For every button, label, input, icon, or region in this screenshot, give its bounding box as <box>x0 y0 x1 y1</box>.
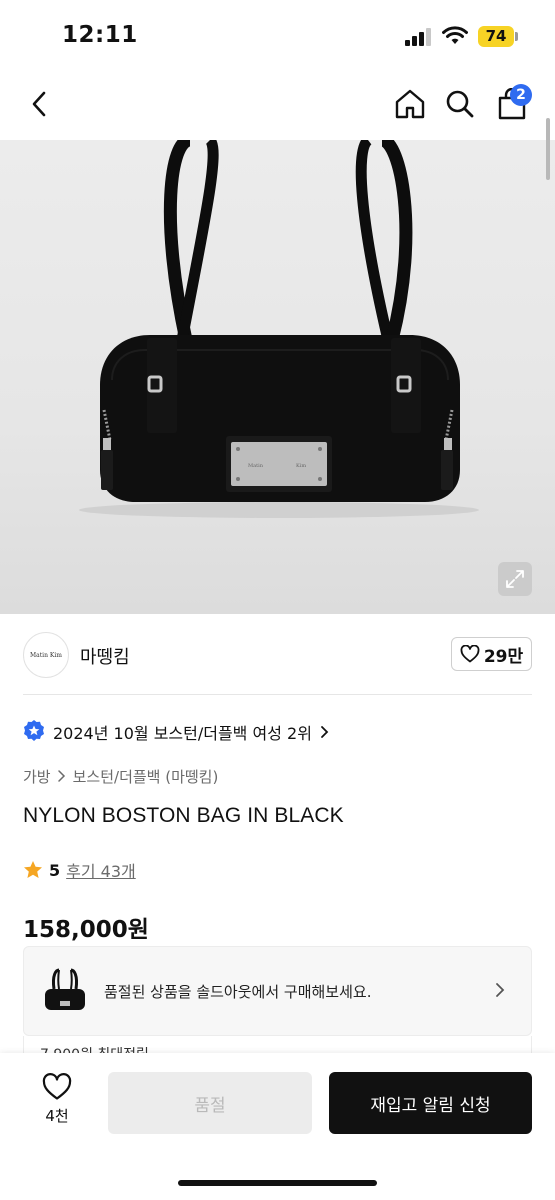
search-icon <box>446 90 474 118</box>
ranking-row[interactable]: 2024년 10월 보스턴/더플백 여성 2위 <box>23 718 330 746</box>
wishlist-count: 4천 <box>45 1107 69 1125</box>
review-count-link[interactable]: 후기 43개 <box>66 858 136 882</box>
brand-row: Matin Kim 마뗑킴 29만 <box>0 630 555 680</box>
heart-icon <box>42 1073 72 1100</box>
wishlist-button[interactable]: 4천 <box>28 1073 86 1133</box>
bag-illustration: Matin Kim <box>79 140 479 518</box>
chevron-right-icon <box>57 770 65 782</box>
ranking-text: 2024년 10월 보스턴/더플백 여성 2위 <box>53 724 312 743</box>
star-icon <box>24 861 42 878</box>
home-indicator <box>178 1180 377 1186</box>
breadcrumb-subcategory[interactable]: 보스턴/더플백 (마뗑킴) <box>73 766 219 787</box>
status-time: 12:11 <box>62 22 138 48</box>
brand-like-count: 29만 <box>483 646 524 667</box>
cart-count-badge: 2 <box>510 84 532 106</box>
soldout-banner[interactable]: 품절된 상품을 솔드아웃에서 구매해보세요. <box>23 946 532 1036</box>
soldout-banner-text: 품절된 상품을 솔드아웃에서 구매해보세요. <box>104 983 372 1001</box>
home-button[interactable] <box>390 84 430 124</box>
rating-value: 5 <box>49 860 61 880</box>
brand-logo[interactable]: Matin Kim <box>23 632 69 678</box>
back-button[interactable] <box>20 84 60 124</box>
ranking-badge-icon <box>24 720 44 741</box>
breadcrumb-category[interactable]: 가방 <box>23 766 51 787</box>
wifi-icon <box>442 26 468 44</box>
brand-like-button[interactable]: 29만 <box>451 637 532 671</box>
chevron-left-icon <box>32 91 46 117</box>
search-button[interactable] <box>440 84 480 124</box>
breadcrumb: 가방 보스턴/더플백 (마뗑킴) <box>23 766 218 787</box>
soldout-button: 품절 <box>108 1072 312 1134</box>
home-icon <box>395 89 425 119</box>
product-price: 158,000원 <box>23 917 149 943</box>
battery-level: 74 <box>478 26 514 47</box>
bag-thumbnail <box>45 968 85 1010</box>
heart-icon <box>460 645 480 663</box>
plate-text-right: Kim <box>296 463 306 469</box>
scroll-indicator[interactable] <box>546 118 550 180</box>
product-title: NYLON BOSTON BAG IN BLACK <box>23 804 344 827</box>
divider <box>23 694 532 695</box>
restock-alert-button[interactable]: 재입고 알림 신청 <box>329 1072 532 1134</box>
bottom-action-bar: 4천 품절 재입고 알림 신청 <box>0 1053 555 1200</box>
chevron-right-icon <box>496 983 505 997</box>
cellular-signal-icon <box>405 28 431 46</box>
status-bar: 12:11 74 <box>0 0 555 74</box>
top-nav <box>0 74 555 136</box>
product-image[interactable]: Matin Kim <box>0 140 555 614</box>
battery-tip <box>515 32 518 41</box>
brand-name[interactable]: 마뗑킴 <box>80 643 130 669</box>
expand-image-button[interactable] <box>498 562 532 596</box>
brand-logo-text: Matin Kim <box>30 651 62 659</box>
rating-row: 5 후기 43개 <box>23 858 136 882</box>
plate-text-left: Matin <box>248 463 264 469</box>
chevron-right-icon <box>321 726 329 738</box>
expand-icon <box>506 570 524 588</box>
